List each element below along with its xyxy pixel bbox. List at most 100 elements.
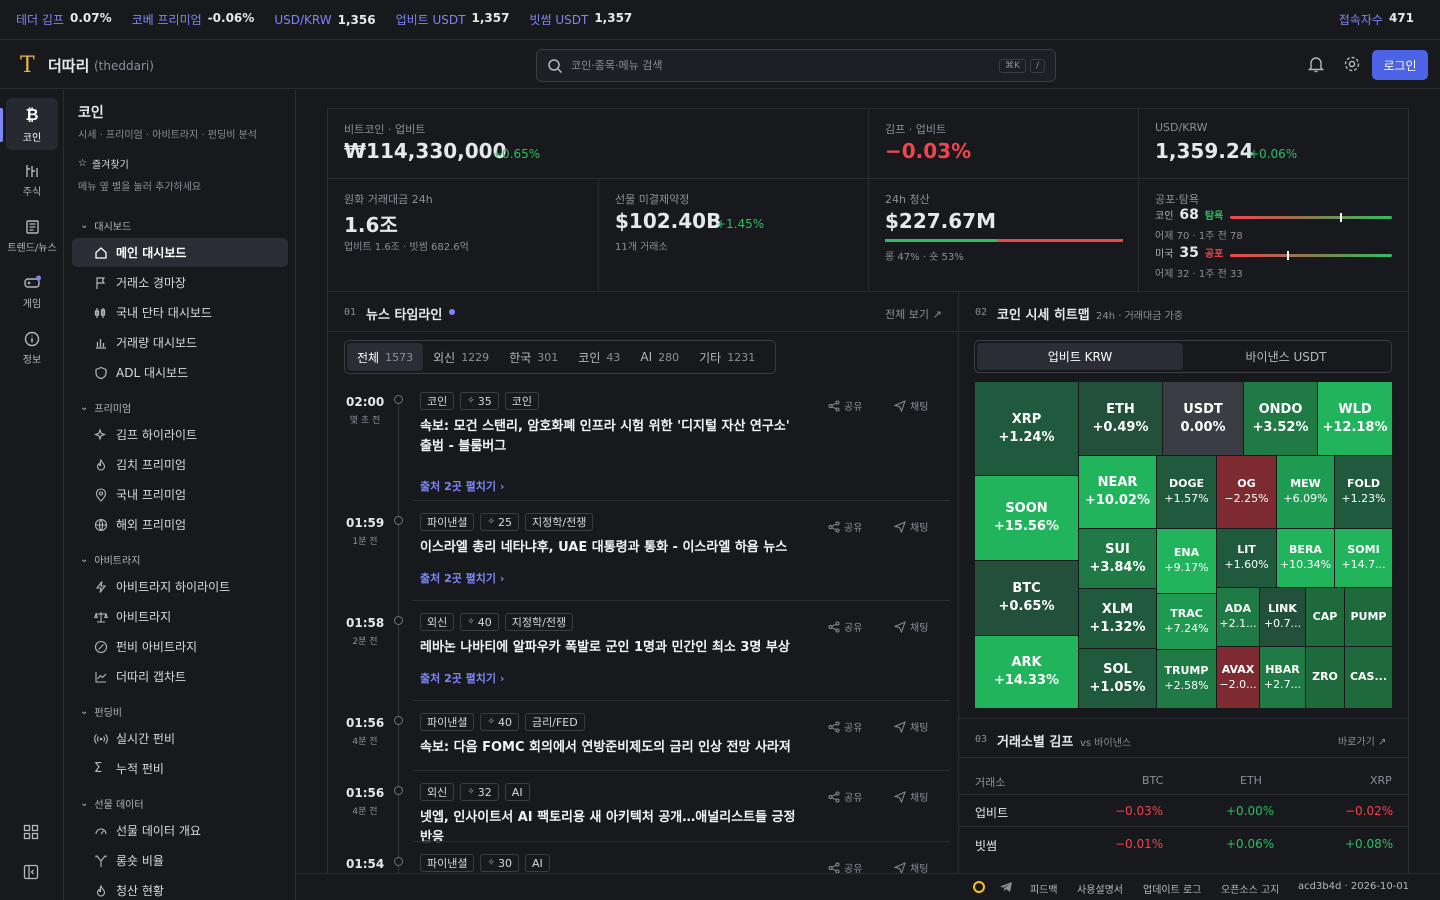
news-chat-button[interactable]: 채팅: [894, 860, 928, 873]
news-topic-tag[interactable]: 지정학/전쟁: [525, 513, 594, 531]
heatmap-tile[interactable]: TRAC +7.24%: [1157, 594, 1216, 649]
heatmap-tile[interactable]: BTC +0.65%: [975, 561, 1078, 635]
site-name[interactable]: 더따리: [48, 55, 89, 76]
heatmap-tile[interactable]: MEW +6.09%: [1277, 456, 1334, 528]
sidebar-item-scalping-dashboard[interactable]: 국내 단타 대시보드: [72, 298, 288, 327]
sidebar-item-main-dashboard[interactable]: 메인 대시보드: [72, 238, 288, 267]
search-input[interactable]: [571, 59, 996, 72]
heatmap-tile[interactable]: USDT 0.00%: [1163, 382, 1243, 455]
heatmap-tile[interactable]: CAS...: [1345, 647, 1392, 708]
sidebar-item-volume-dashboard[interactable]: 거래량 대시보드: [72, 328, 288, 357]
rail-item-info[interactable]: 정보: [6, 322, 58, 374]
login-button[interactable]: 로그인: [1372, 50, 1428, 80]
sidebar-item-arbitrage-highlight[interactable]: 아비트라지 하이라이트: [72, 572, 288, 601]
tab-ai[interactable]: AI 280: [630, 343, 689, 371]
tab-etc[interactable]: 기타 1231: [689, 343, 765, 371]
heatmap-tile[interactable]: ARK +14.33%: [975, 636, 1078, 708]
sidebar-item-liquidations[interactable]: 청산 현황: [72, 876, 288, 900]
sidebar-item-arbitrage[interactable]: 아비트라지: [72, 602, 288, 631]
bell-icon[interactable]: [1306, 54, 1328, 76]
news-view-all-link[interactable]: 전체 보기 ↗: [885, 306, 942, 322]
expand-sources-button[interactable]: 출처 2곳 펼치기 ›: [420, 478, 504, 494]
kakao-icon[interactable]: [973, 881, 985, 893]
grid-view-icon[interactable]: [23, 824, 39, 840]
news-item[interactable]: 01:58 2분 전 외신 ✧ 40 지정학/전쟁 공유 채팅 레바논 나바티에 알파우카 폭발…: [328, 613, 958, 685]
news-headline[interactable]: 이스라엘 총리 네타냐후, UAE 대통령과 통화 - 이스라엘 하욤 뉴스: [420, 538, 805, 558]
news-category-tag[interactable]: 파이낸셜: [420, 854, 475, 872]
heatmap-tile[interactable]: CAP: [1306, 588, 1344, 646]
sidebar-item-exchange-race[interactable]: 거래소 경마장: [72, 268, 288, 297]
news-share-button[interactable]: 공유: [828, 789, 862, 804]
heatmap-tile[interactable]: SOON +15.56%: [975, 476, 1078, 560]
news-item[interactable]: 01:54 파이낸셜 ✧ 30 AI 공유 채팅: [328, 854, 958, 873]
heatmap-tile[interactable]: ETH +0.49%: [1079, 382, 1162, 455]
rail-item-coin[interactable]: ₿ 코인: [6, 98, 58, 150]
section-funding[interactable]: ⌄ 펀딩비: [80, 704, 122, 719]
sidebar-item-kimp-highlight[interactable]: 김프 하이라이트: [72, 420, 288, 449]
news-topic-tag[interactable]: AI: [525, 854, 550, 872]
news-topic-tag[interactable]: 지정학/전쟁: [504, 613, 574, 631]
news-share-button[interactable]: 공유: [828, 719, 862, 734]
tab-binance-usdt[interactable]: 바이낸스 USDT: [1183, 343, 1389, 370]
heatmap-tile[interactable]: WLD +12.18%: [1318, 382, 1392, 455]
heatmap-tile[interactable]: LINK +0.7...: [1260, 588, 1305, 646]
news-share-button[interactable]: 공유: [828, 619, 862, 634]
heatmap-tile[interactable]: SOL +1.05%: [1079, 649, 1156, 708]
news-category-tag[interactable]: 코인: [420, 392, 455, 410]
stat-card-liquidations[interactable]: 24h 청산 $227.67M 롱 47% · 숏 53%: [869, 179, 1139, 292]
rail-item-game[interactable]: 게임: [6, 266, 58, 318]
news-category-tag[interactable]: 외신: [420, 783, 455, 801]
heatmap-tile[interactable]: ENA +9.17%: [1157, 529, 1216, 593]
tab-all[interactable]: 전체 1573: [347, 343, 424, 371]
news-share-button[interactable]: 공유: [828, 519, 862, 534]
news-share-button[interactable]: 공유: [828, 398, 862, 413]
rail-item-stock[interactable]: 주식: [6, 154, 58, 206]
sidebar-item-domestic-premium[interactable]: 국내 프리미엄: [72, 480, 288, 509]
expand-sources-button[interactable]: 출처 2곳 펼치기 ›: [420, 670, 504, 686]
footer-link-oss[interactable]: 오픈소스 고지: [1221, 881, 1279, 896]
rail-item-news[interactable]: 트렌드/뉴스: [6, 210, 58, 262]
heatmap-tile[interactable]: NEAR +10.02%: [1079, 456, 1156, 528]
news-headline[interactable]: 레바논 나바티에 알파우카 폭발로 군인 1명과 민간인 최소 3명 부상: [420, 638, 805, 658]
ticker-item-coinbase-premium[interactable]: 코베 프리미엄 -0.06%: [132, 11, 255, 28]
sidebar-item-realtime-funding[interactable]: 실시간 펀비: [72, 724, 288, 753]
heatmap-tile[interactable]: TRUMP +2.58%: [1157, 650, 1216, 708]
section-dashboard[interactable]: ⌄ 대시보드: [80, 218, 131, 233]
news-topic-tag[interactable]: 금리/FED: [525, 713, 585, 731]
news-chat-button[interactable]: 채팅: [894, 519, 928, 534]
news-category-tag[interactable]: 외신: [420, 613, 455, 631]
stat-card-usdkrw[interactable]: USD/KRW 1,359.24 +0.06%: [1139, 109, 1408, 179]
heatmap-tile[interactable]: AVAX −2.0...: [1217, 647, 1259, 708]
heatmap-tile[interactable]: SOMI +14.7...: [1335, 529, 1392, 587]
gear-icon[interactable]: [1342, 54, 1364, 76]
heatmap-tile[interactable]: BERA +10.34%: [1277, 529, 1334, 587]
heatmap-tile[interactable]: PUMP: [1345, 588, 1392, 646]
telegram-icon[interactable]: [999, 880, 1013, 894]
sidebar-item-long-short-ratio[interactable]: 롱숏 비율: [72, 846, 288, 875]
sidebar-item-futures-overview[interactable]: 선물 데이터 개요: [72, 816, 288, 845]
heatmap-tile[interactable]: ADA +2.1...: [1217, 588, 1259, 646]
news-item[interactable]: 02:00 몇 초 전 코인 ✧ 35 코인 공유 채팅 속보: 모건 스탠리, 암호화폐 인프…: [328, 392, 958, 493]
news-chat-button[interactable]: 채팅: [894, 398, 928, 413]
news-chat-button[interactable]: 채팅: [894, 619, 928, 634]
stat-card-btc[interactable]: 비트코인 · 업비트 ₩114,330,000 +0.65%: [328, 109, 869, 179]
news-chat-button[interactable]: 채팅: [894, 719, 928, 734]
news-headline[interactable]: 속보: 모건 스탠리, 암호화폐 인프라 시험 위한 '디지털 자산 연구소' …: [420, 417, 805, 457]
ticker-item-bithumb-usdt[interactable]: 빗썸 USDT 1,357: [529, 11, 632, 28]
logo-icon[interactable]: T: [20, 53, 35, 78]
news-chat-button[interactable]: 채팅: [894, 789, 928, 804]
heatmap-tile[interactable]: HBAR +2.7...: [1260, 647, 1305, 708]
heatmap-tile[interactable]: XLM +1.32%: [1079, 589, 1156, 648]
ticker-item-upbit-usdt[interactable]: 업비트 USDT 1,357: [396, 11, 510, 28]
news-topic-tag[interactable]: 코인: [504, 392, 540, 410]
sidebar-item-funding-arbitrage[interactable]: 펀비 아비트라지: [72, 632, 288, 661]
stat-card-fear-greed[interactable]: 공포·탐욕 코인 68 탐욕 어제 70 · 1주 전 78 미국 35 공포 …: [1139, 179, 1408, 292]
sidebar-item-cumulative-funding[interactable]: Σ 누적 펀비: [72, 754, 288, 783]
ticker-item-usdkrw[interactable]: USD/KRW 1,356: [274, 13, 375, 27]
sidebar-item-overseas-premium[interactable]: 해외 프리미엄: [72, 510, 288, 539]
news-item[interactable]: 01:59 1분 전 파이낸셜 ✧ 25 지정학/전쟁 공유 채팅 이스라엘 총리 네타냐후, …: [328, 513, 958, 585]
news-topic-tag[interactable]: AI: [504, 783, 530, 801]
expand-sources-button[interactable]: 출처 2곳 펼치기 ›: [420, 570, 504, 586]
sidebar-item-adl-dashboard[interactable]: ADL 대시보드: [72, 358, 288, 387]
news-headline[interactable]: 넷엡, 인사이트서 AI 팩토리용 새 아키텍처 공개…애널리스트들 긍정 반응: [420, 808, 805, 848]
